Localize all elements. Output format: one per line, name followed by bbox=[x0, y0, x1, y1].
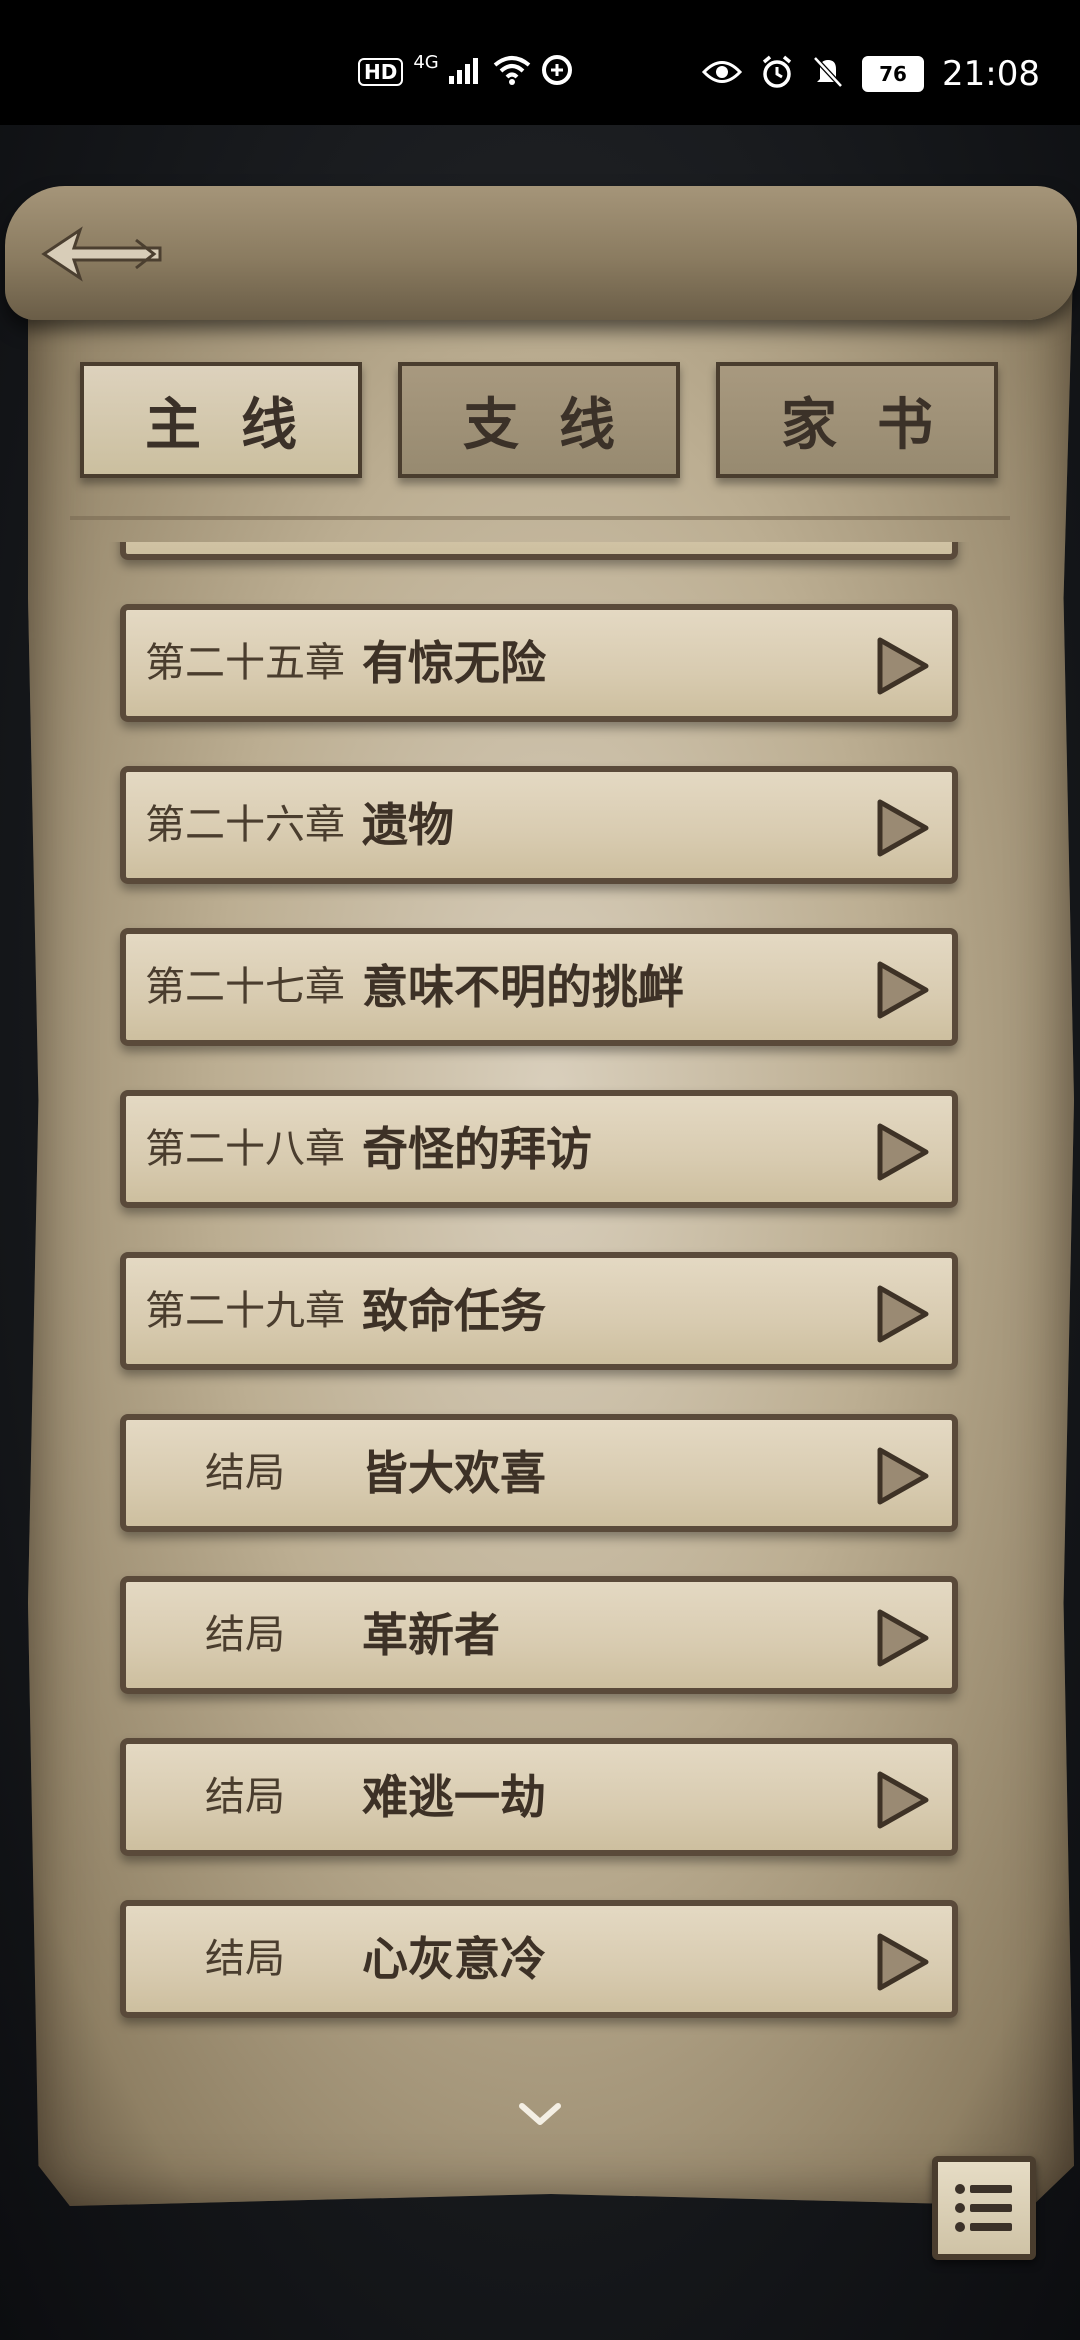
chapter-number: 第二十五章 bbox=[145, 640, 345, 686]
status-left-icons: HD 4G bbox=[358, 51, 573, 90]
chapter-number: 第二十六章 bbox=[145, 802, 345, 848]
chapter-item[interactable]: 结局 皆大欢喜 bbox=[120, 1414, 958, 1532]
chapter-item[interactable]: 第二十四章命悬一线 bbox=[120, 542, 958, 560]
menu-button[interactable] bbox=[932, 2156, 1036, 2260]
tab-side-story[interactable]: 支线 bbox=[398, 362, 680, 478]
eye-comfort-icon bbox=[701, 59, 743, 89]
chapter-title: 致命任务 bbox=[362, 1284, 546, 1338]
chapter-number: 结局 bbox=[205, 1450, 285, 1496]
tab-letters[interactable]: 家书 bbox=[716, 362, 998, 478]
play-icon[interactable] bbox=[872, 1608, 932, 1668]
chapter-title: 心灰意冷 bbox=[362, 1932, 546, 1986]
chapter-number: 结局 bbox=[205, 1936, 285, 1982]
chapter-item[interactable]: 第二十七章 意味不明的挑衅 bbox=[120, 928, 958, 1046]
battery-icon: 76 bbox=[862, 56, 925, 92]
clock-time: 21:08 bbox=[942, 54, 1040, 94]
play-icon[interactable] bbox=[872, 1770, 932, 1830]
data-saver-icon bbox=[541, 54, 573, 90]
play-icon[interactable] bbox=[872, 1446, 932, 1506]
chapter-title: 革新者 bbox=[362, 1608, 500, 1662]
chapter-item[interactable]: 第二十九章 致命任务 bbox=[120, 1252, 958, 1370]
chapter-item[interactable]: 结局 心灰意冷 bbox=[120, 1900, 958, 2018]
back-arrow-button[interactable] bbox=[36, 212, 166, 296]
chapter-number: 第二十九章 bbox=[145, 1288, 345, 1334]
list-menu-icon bbox=[955, 2184, 1012, 2232]
battery-level: 76 bbox=[879, 62, 907, 86]
scroll-down-button[interactable] bbox=[512, 2094, 568, 2134]
status-right-icons: 76 21:08 bbox=[701, 54, 1040, 94]
back-arrow-icon bbox=[41, 226, 162, 282]
chapter-number: 第二十四章 bbox=[140, 542, 350, 554]
tab-main-story[interactable]: 主线 bbox=[80, 362, 362, 478]
chapter-number: 结局 bbox=[205, 1612, 285, 1658]
status-bar: HD 4G 76 21:08 bbox=[0, 0, 1080, 125]
chapter-title: 皆大欢喜 bbox=[362, 1446, 546, 1500]
chapter-title: 奇怪的拜访 bbox=[362, 1122, 592, 1176]
chapter-number: 结局 bbox=[205, 1774, 285, 1820]
chapter-title: 命悬一线 bbox=[362, 542, 546, 554]
play-icon[interactable] bbox=[872, 636, 932, 696]
story-tabs: 主线 支线 家书 bbox=[80, 362, 1010, 480]
chapter-title: 意味不明的挑衅 bbox=[362, 960, 684, 1014]
play-icon[interactable] bbox=[872, 1122, 932, 1182]
chapter-title: 遗物 bbox=[362, 798, 454, 852]
chapter-list-viewport[interactable]: 第二十四章命悬一线第二十五章有惊无险第二十六章遗物第二十七章意味不明的挑衅第二十… bbox=[90, 542, 990, 2082]
mute-bell-icon bbox=[812, 55, 844, 93]
chevron-down-icon bbox=[519, 2103, 561, 2125]
hd-icon: HD bbox=[358, 58, 404, 86]
play-icon[interactable] bbox=[872, 1932, 932, 1992]
chapter-title: 难逃一劫 bbox=[362, 1770, 546, 1824]
alarm-icon bbox=[760, 55, 794, 93]
network-gen-label: 4G bbox=[413, 51, 439, 73]
chapter-item[interactable]: 结局 革新者 bbox=[120, 1576, 958, 1694]
tabs-divider bbox=[70, 516, 1010, 520]
chapter-list: 第二十四章命悬一线第二十五章有惊无险第二十六章遗物第二十七章意味不明的挑衅第二十… bbox=[90, 542, 990, 2062]
wifi-icon bbox=[493, 55, 531, 89]
signal-icon bbox=[448, 56, 483, 88]
chapter-title: 有惊无险 bbox=[362, 636, 546, 690]
chapter-item[interactable]: 结局 难逃一劫 bbox=[120, 1738, 958, 1856]
play-icon[interactable] bbox=[872, 960, 932, 1020]
play-icon[interactable] bbox=[872, 798, 932, 858]
chapter-item[interactable]: 第二十五章 有惊无险 bbox=[120, 604, 958, 722]
chapter-number: 第二十七章 bbox=[145, 964, 345, 1010]
play-icon[interactable] bbox=[872, 1284, 932, 1344]
chapter-item[interactable]: 第二十六章 遗物 bbox=[120, 766, 958, 884]
chapter-number: 第二十八章 bbox=[145, 1126, 345, 1172]
chapter-item[interactable]: 第二十八章 奇怪的拜访 bbox=[120, 1090, 958, 1208]
